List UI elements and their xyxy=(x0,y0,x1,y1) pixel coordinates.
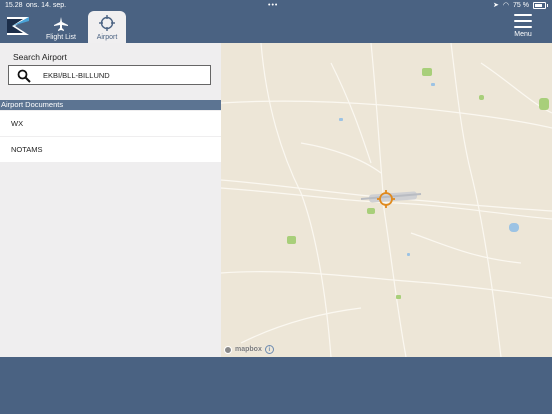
search-airport-input[interactable] xyxy=(43,66,203,84)
tab-airport[interactable]: Airport xyxy=(88,11,126,43)
crosshair-icon xyxy=(99,15,115,31)
search-box[interactable] xyxy=(8,65,211,85)
airplane-icon xyxy=(54,17,68,31)
search-airport-label: Search Airport xyxy=(13,52,67,62)
menu-button[interactable]: Menu xyxy=(508,14,538,42)
status-indicators: ➤ ◠ 75 % xyxy=(493,0,548,11)
list-item-wx[interactable]: WX xyxy=(0,111,221,136)
airport-sidebar: Search Airport Airport Documents WX NOTA… xyxy=(0,43,221,357)
mapbox-label: mapbox xyxy=(235,346,262,353)
battery-icon xyxy=(533,2,548,9)
multitask-dots-icon: ••• xyxy=(268,2,279,9)
info-icon[interactable]: i xyxy=(264,345,274,354)
map-canvas xyxy=(221,43,552,357)
search-icon xyxy=(17,69,31,83)
map-view[interactable]: mapbox i xyxy=(221,43,552,357)
wifi-icon: ◠ xyxy=(502,2,510,9)
airport-documents-header: Airport Documents xyxy=(0,100,221,110)
mapbox-logo-icon xyxy=(224,345,232,354)
list-item-notams[interactable]: NOTAMS xyxy=(0,137,221,162)
battery-percent: 75 % xyxy=(513,2,529,9)
tab-flight-list[interactable]: Flight List xyxy=(42,11,80,43)
tab-flight-list-label: Flight List xyxy=(46,34,76,41)
location-icon: ➤ xyxy=(493,2,499,9)
status-date: ons. 14. sep. xyxy=(26,2,67,9)
status-bar: 15.28 ons. 14. sep. ••• ➤ ◠ 75 % xyxy=(0,0,552,11)
map-attribution: mapbox i xyxy=(224,345,274,354)
bottom-panel xyxy=(0,357,552,414)
hamburger-icon xyxy=(514,14,532,28)
menu-label: Menu xyxy=(514,31,532,38)
tab-airport-label: Airport xyxy=(96,34,118,41)
app-logo-icon xyxy=(7,17,29,35)
top-navigation-bar: Flight List Airport Menu xyxy=(0,11,552,43)
status-time: 15.28 xyxy=(5,2,23,9)
